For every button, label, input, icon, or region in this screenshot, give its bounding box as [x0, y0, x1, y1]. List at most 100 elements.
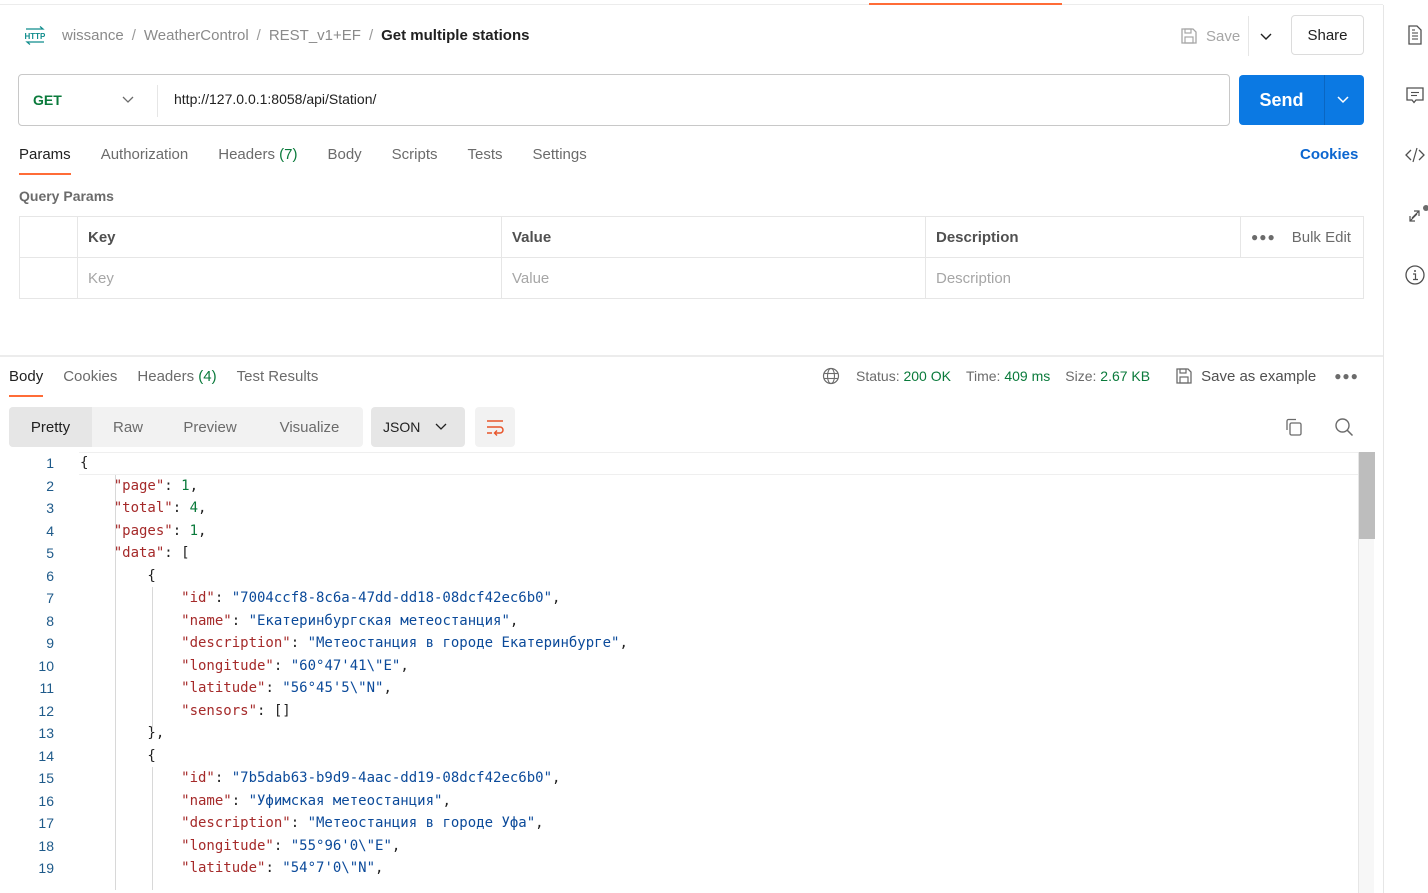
tab-label: Body	[9, 368, 44, 385]
response-pane-divider[interactable]	[0, 355, 1383, 357]
line-number: 6	[46, 567, 54, 584]
notification-dot	[1423, 205, 1428, 211]
share-button[interactable]: Share	[1291, 15, 1364, 55]
scrollbar-thumb[interactable]	[1359, 452, 1375, 539]
breadcrumb-workspace[interactable]: wissance	[62, 27, 124, 44]
line-number: 11	[39, 680, 54, 697]
save-as-example-button[interactable]: Save as example	[1175, 367, 1316, 385]
code-line: 15 "id": "7b5dab63-b9d9-4aac-dd19-08dcf4…	[0, 767, 1358, 790]
more-options-icon[interactable]: ●●●	[1334, 369, 1359, 383]
save-button[interactable]: Save	[1180, 24, 1240, 48]
chevron-down-icon	[435, 423, 447, 430]
code-line: 1{	[0, 452, 1358, 475]
code-line: 17 "description": "Метеостанция в городе…	[0, 812, 1358, 835]
line-number: 7	[46, 590, 54, 607]
code-line: 10 "longitude": "60°47'41\"E",	[0, 655, 1358, 678]
tab-scripts[interactable]: Scripts	[392, 146, 438, 175]
save-example-label: Save as example	[1201, 367, 1317, 385]
tab-response-headers[interactable]: Headers (4)	[137, 368, 216, 397]
tab-response-cookies[interactable]: Cookies	[63, 368, 117, 397]
code-text: "longitude": "60°47'41\"E",	[80, 657, 409, 674]
response-tabs: Body Cookies Headers (4) Test Results	[9, 368, 338, 397]
code-line: 16 "name": "Уфимская метеостанция",	[0, 790, 1358, 813]
table-header-row: Key Value Description ●●● Bulk Edit	[20, 217, 1363, 258]
code-text: "sensors": []	[80, 702, 291, 719]
copy-icon[interactable]	[1284, 417, 1304, 437]
code-line: 19 "latitude": "54°7'0\"N",	[0, 857, 1358, 880]
breadcrumb-collection[interactable]: WeatherControl	[144, 27, 249, 44]
tab-params[interactable]: Params	[19, 146, 71, 175]
tab-test-results[interactable]: Test Results	[237, 368, 319, 397]
size-label: Size:	[1065, 368, 1097, 384]
response-body-viewer[interactable]: 1{2 "page": 1, 3 "total": 4, 4 "pages": 1,…	[0, 452, 1375, 893]
tab-tests[interactable]: Tests	[468, 146, 503, 175]
search-icon[interactable]	[1334, 417, 1354, 437]
code-icon[interactable]	[1404, 144, 1426, 166]
view-mode-group: Pretty Raw Preview Visualize	[9, 407, 363, 447]
code-text: {	[80, 747, 156, 764]
view-preview[interactable]: Preview	[164, 407, 256, 447]
code-text: "name": "Уфимская метеостанция",	[80, 792, 451, 809]
info-icon[interactable]	[1404, 264, 1426, 286]
tab-label: Headers	[137, 368, 195, 385]
tab-headers[interactable]: Headers (7)	[218, 146, 297, 175]
tab-label: Tests	[467, 146, 503, 163]
globe-icon[interactable]	[822, 367, 840, 385]
description-input[interactable]: Description	[925, 258, 1364, 298]
description-header: Description	[925, 217, 1240, 257]
wrap-lines-button[interactable]	[475, 407, 515, 447]
divider	[1248, 16, 1249, 56]
request-title[interactable]: Get multiple stations	[381, 27, 529, 44]
chevron-down-icon[interactable]	[121, 93, 135, 107]
method-select[interactable]: GET	[33, 92, 62, 108]
code-line: 14 {	[0, 745, 1358, 768]
send-options-chevron-icon[interactable]	[1336, 93, 1350, 107]
cookies-link[interactable]: Cookies	[1300, 146, 1358, 163]
save-label: Save	[1206, 27, 1241, 45]
documentation-icon[interactable]	[1404, 24, 1426, 46]
tab-label: Authorization	[100, 146, 189, 163]
vertical-scrollbar[interactable]	[1358, 452, 1375, 893]
code-text: "latitude": "56°45'5\"N",	[80, 680, 392, 697]
line-number: 3	[46, 500, 54, 517]
breadcrumb: wissance / WeatherControl / REST_v1+EF /…	[62, 27, 529, 44]
response-size[interactable]: Size: 2.67 KB	[1065, 368, 1150, 384]
send-label[interactable]: Send	[1239, 75, 1324, 125]
code-line: 12 "sensors": []	[0, 700, 1358, 723]
line-number: 12	[38, 702, 54, 719]
more-options-icon[interactable]: ●●●	[1251, 230, 1276, 244]
breadcrumb-folder[interactable]: REST_v1+EF	[269, 27, 361, 44]
view-raw[interactable]: Raw	[92, 407, 164, 447]
line-number: 14	[38, 747, 54, 764]
send-button[interactable]: Send	[1239, 75, 1364, 125]
value-input[interactable]: Value	[501, 258, 925, 298]
request-tabs: Params Authorization Headers (7) Body Sc…	[19, 146, 617, 175]
status-badge[interactable]: Status: 200 OK	[856, 368, 951, 384]
code-text: "pages": 1,	[80, 522, 207, 539]
tab-body[interactable]: Body	[327, 146, 361, 175]
bulk-edit-button[interactable]: Bulk Edit	[1292, 229, 1351, 246]
wrap-lines-icon	[487, 420, 504, 436]
key-header: Key	[77, 217, 501, 257]
url-input[interactable]: http://127.0.0.1:8058/api/Station/	[174, 91, 376, 107]
indent-guide	[115, 474, 116, 890]
format-select[interactable]: JSON	[371, 407, 465, 447]
view-visualize[interactable]: Visualize	[256, 407, 363, 447]
code-line: 5 "data": [	[0, 542, 1358, 565]
tab-response-body[interactable]: Body	[9, 368, 44, 397]
tab-authorization[interactable]: Authorization	[101, 146, 189, 175]
code-text: {	[80, 567, 156, 584]
comments-icon[interactable]	[1404, 84, 1426, 106]
tab-label: Params	[19, 146, 71, 163]
key-input[interactable]: Key	[77, 258, 501, 298]
query-params-table: Key Value Description ●●● Bulk Edit Key …	[19, 216, 1364, 299]
save-options-chevron-icon[interactable]	[1258, 26, 1274, 46]
line-number: 10	[38, 657, 54, 674]
svg-text:HTTP: HTTP	[25, 32, 47, 41]
response-time[interactable]: Time: 409 ms	[966, 368, 1050, 384]
line-number: 17	[38, 815, 54, 832]
view-pretty[interactable]: Pretty	[9, 407, 92, 447]
tab-settings[interactable]: Settings	[533, 146, 587, 175]
code-line: 9 "description": "Метеостанция в городе …	[0, 632, 1358, 655]
response-meta: Status: 200 OK Time: 409 ms Size: 2.67 K…	[822, 367, 1359, 385]
